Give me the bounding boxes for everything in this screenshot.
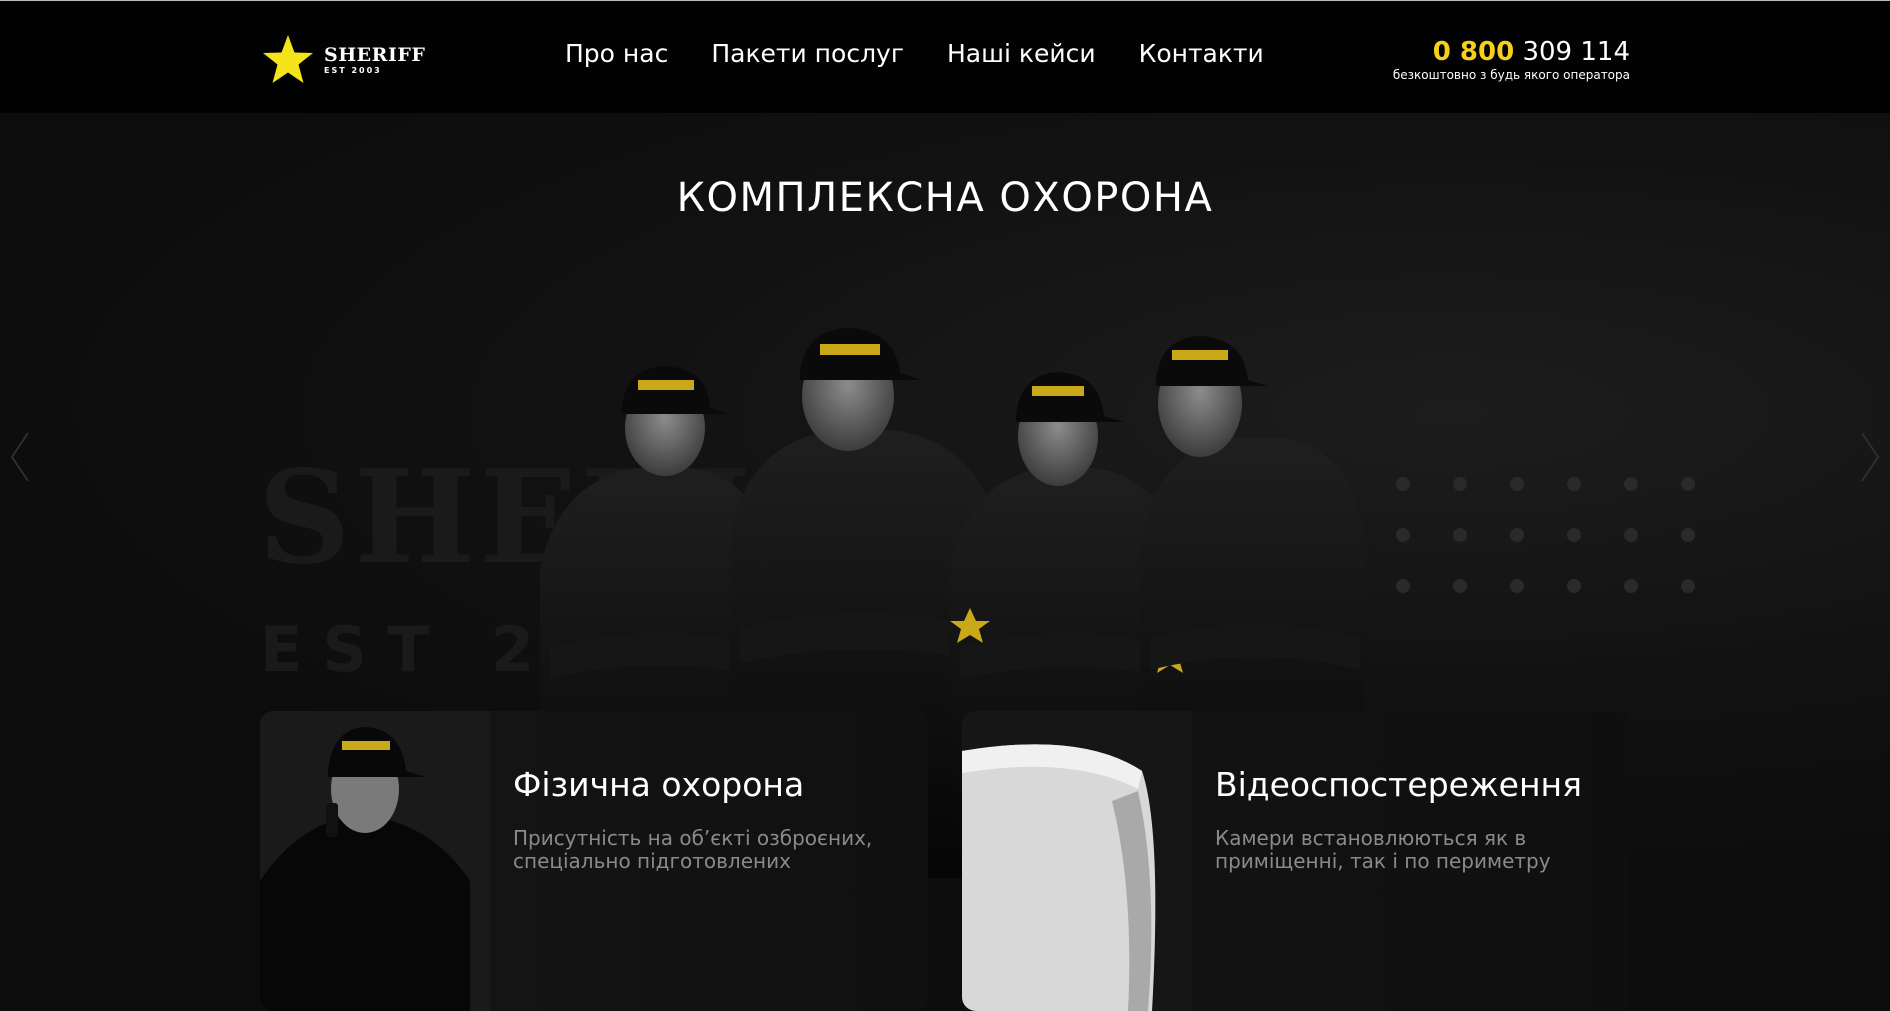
card-title: Відеоспостереження — [1215, 765, 1582, 804]
nav-link-about[interactable]: Про нас — [565, 39, 668, 69]
phone-prefix: 0 800 — [1432, 37, 1515, 67]
chevron-right-icon[interactable] — [1858, 429, 1882, 485]
hero-title: КОМПЛЕКСНА ОХОРОНА — [676, 175, 1214, 221]
logo[interactable]: SHERIFF EST 2003 — [260, 33, 425, 87]
chevron-left-icon[interactable] — [8, 429, 32, 485]
nav-link-cases[interactable]: Наші кейси — [947, 39, 1096, 69]
nav-link-packages[interactable]: Пакети послуг — [711, 39, 904, 69]
site-header: SHERIFF EST 2003 Про нас Пакети послуг Н… — [0, 1, 1890, 113]
card-text: Присутність на об’єкті озброєних, спеціа… — [513, 826, 873, 873]
phone-note: безкоштовно з будь якого оператора — [1392, 68, 1630, 82]
guard-radio-photo — [260, 711, 490, 1011]
card-title: Фізична охорона — [513, 765, 805, 804]
main-nav: Про нас Пакети послуг Наші кейси Контакт… — [565, 39, 1307, 69]
phone-block: 0 800 309 114 безкоштовно з будь якого о… — [1393, 37, 1630, 82]
logo-name: SHERIFF — [324, 44, 426, 66]
service-card-physical[interactable]: Фізична охорона Присутність на об’єкті о… — [260, 711, 928, 1011]
service-card-video[interactable]: Відеоспостереження Камери встановлюються… — [962, 711, 1630, 1011]
nav-link-contacts[interactable]: Контакти — [1139, 39, 1264, 69]
star-icon — [263, 35, 313, 83]
phone-number[interactable]: 0 800 309 114 — [1393, 37, 1630, 67]
dot-pattern — [1396, 477, 1695, 593]
camera-photo — [962, 711, 1192, 1011]
logo-text: SHERIFF EST 2003 — [324, 45, 425, 75]
hero-section: КОМПЛЕКСНА ОХОРОНА SHERIFF EST 2003 — [0, 113, 1890, 1011]
card-text: Камери встановлюються як в приміщенні, т… — [1215, 826, 1551, 873]
logo-est: EST 2003 — [324, 66, 382, 75]
phone-rest: 309 114 — [1522, 37, 1630, 67]
